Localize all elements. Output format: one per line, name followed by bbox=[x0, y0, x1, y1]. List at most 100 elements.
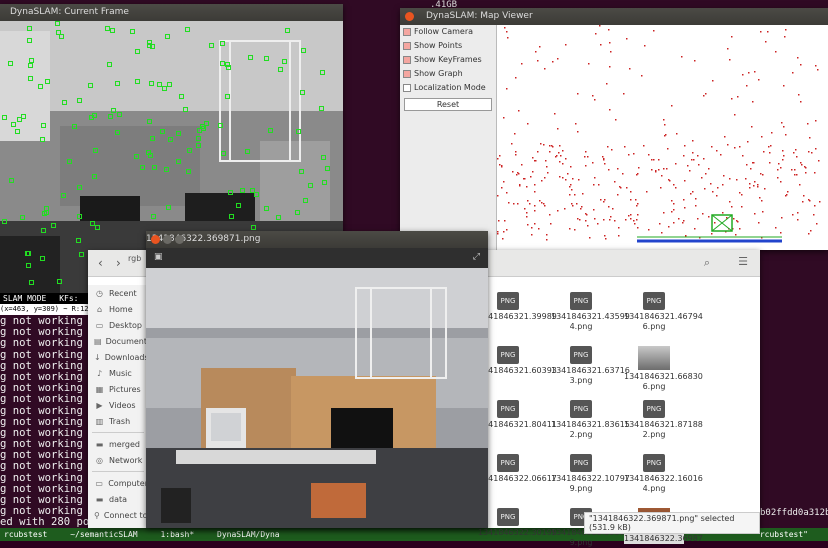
map-point bbox=[736, 220, 738, 222]
file-item[interactable]: PNG 1341846322.10797 9.png bbox=[551, 454, 630, 494]
sidebar-item-merged[interactable]: ▬ merged bbox=[88, 436, 148, 452]
sidebar-item-computer[interactable]: ▭ Computer bbox=[88, 475, 148, 491]
map-point bbox=[705, 93, 707, 95]
option-localization-mode[interactable]: Localization Mode bbox=[400, 81, 496, 95]
reset-button[interactable]: Reset bbox=[404, 98, 492, 111]
file-item[interactable]: PNG 1341846321.46794 6.png bbox=[624, 292, 703, 332]
sidebar-item-music[interactable]: ♪ Music bbox=[88, 365, 148, 381]
show-graph-checkbox[interactable] bbox=[403, 70, 411, 78]
feature-point-marker bbox=[204, 121, 209, 126]
map-point bbox=[676, 133, 678, 135]
sidebar-item-data[interactable]: ▬ data bbox=[88, 491, 148, 507]
map-point bbox=[801, 164, 803, 166]
show-points-checkbox[interactable] bbox=[403, 42, 411, 50]
file-item[interactable]: PNG 1341846321.43599 4.png bbox=[551, 292, 630, 332]
feature-point-marker bbox=[20, 215, 25, 220]
map-point bbox=[685, 235, 687, 237]
map-point bbox=[694, 228, 696, 230]
map-canvas[interactable] bbox=[497, 25, 828, 250]
feature-point-marker bbox=[186, 169, 191, 174]
map-point bbox=[519, 184, 521, 186]
map-point bbox=[646, 191, 648, 193]
sidebar-item-desktop[interactable]: ▭ Desktop bbox=[88, 317, 148, 333]
image-viewer-titlebar[interactable]: 1341846322.369871.png bbox=[146, 231, 488, 248]
sidebar-item-videos[interactable]: ▶ Videos bbox=[88, 397, 148, 413]
viewer-close-button[interactable] bbox=[151, 235, 160, 244]
search-icon[interactable]: ⌕ bbox=[704, 256, 710, 270]
sidebar-item-downloads[interactable]: ↓ Downloads bbox=[88, 349, 148, 365]
file-item[interactable]: 1341846321.66830 6.png bbox=[624, 346, 703, 392]
sidebar-item-trash[interactable]: ▥ Trash bbox=[88, 413, 148, 429]
map-point bbox=[731, 206, 733, 208]
map-point bbox=[587, 156, 589, 158]
option-show-graph[interactable]: Show Graph bbox=[400, 67, 496, 81]
map-point bbox=[565, 158, 567, 160]
map-point bbox=[712, 191, 714, 193]
statusbar-window-2[interactable]: DynaSLAM/Dyna bbox=[213, 530, 280, 539]
sidebar-item-home[interactable]: ⌂ Home bbox=[88, 301, 148, 317]
sidebar-item-network[interactable]: ◎ Network bbox=[88, 452, 148, 468]
feature-point-marker bbox=[27, 26, 32, 31]
map-point bbox=[757, 184, 759, 186]
option-show-points[interactable]: Show Points bbox=[400, 39, 496, 53]
feature-point-marker bbox=[90, 221, 95, 226]
map-viewer-window[interactable]: DynaSLAM: Map Viewer Follow Camera Show … bbox=[400, 8, 828, 250]
back-icon[interactable]: ‹ bbox=[98, 256, 103, 270]
feature-point-marker bbox=[146, 150, 151, 155]
fullscreen-icon[interactable]: ⤢ bbox=[473, 252, 480, 262]
option-follow-camera[interactable]: Follow Camera bbox=[400, 25, 496, 39]
map-point bbox=[547, 172, 549, 174]
videos-icon: ▶ bbox=[96, 400, 103, 410]
map-point bbox=[626, 187, 628, 189]
view-menu-icon[interactable]: ☰ bbox=[738, 255, 748, 268]
feature-point-marker bbox=[285, 28, 290, 33]
map-point bbox=[499, 164, 501, 166]
viewer-minimize-button[interactable] bbox=[163, 235, 172, 244]
map-point bbox=[578, 179, 580, 181]
feature-point-marker bbox=[251, 225, 256, 230]
forward-icon[interactable]: › bbox=[116, 256, 121, 270]
feature-point-marker bbox=[134, 154, 139, 159]
follow-camera-checkbox[interactable] bbox=[403, 28, 411, 36]
map-point bbox=[498, 220, 500, 222]
localization-mode-checkbox[interactable] bbox=[403, 84, 411, 92]
png-file-icon: PNG bbox=[497, 292, 519, 310]
map-point bbox=[537, 60, 539, 62]
image-viewer-window[interactable]: 1341846322.369871.png ▣ ⤢ bbox=[146, 231, 488, 528]
statusbar-window[interactable]: 1:bash* bbox=[156, 530, 194, 539]
map-point bbox=[768, 146, 770, 148]
sidebar-item-documents[interactable]: ▤ Documents bbox=[88, 333, 148, 349]
map-point bbox=[783, 85, 785, 87]
file-item[interactable]: PNG 1341846322.16016 4.png bbox=[624, 454, 703, 494]
png-file-icon: PNG bbox=[497, 454, 519, 472]
selection-status: "1341846322.369871.png" selected (531.9 … bbox=[584, 512, 760, 534]
sidebar-item-connect-to-server[interactable]: ⚲Connect to Server bbox=[88, 507, 148, 523]
gallery-icon[interactable]: ▣ bbox=[154, 252, 163, 262]
map-viewer-titlebar[interactable]: DynaSLAM: Map Viewer bbox=[400, 8, 828, 25]
sidebar-item-label: Downloads bbox=[104, 352, 148, 362]
map-point bbox=[630, 214, 632, 216]
map-point bbox=[641, 75, 643, 77]
map-point bbox=[608, 206, 610, 208]
sidebar-item-pictures[interactable]: ▦ Pictures bbox=[88, 381, 148, 397]
map-point bbox=[623, 93, 625, 95]
show-keyframes-checkbox[interactable] bbox=[403, 56, 411, 64]
feature-point-marker bbox=[321, 155, 326, 160]
option-show-keyframes[interactable]: Show KeyFrames bbox=[400, 53, 496, 67]
map-point bbox=[739, 192, 741, 194]
viewer-maximize-button[interactable] bbox=[175, 235, 184, 244]
map-close-button[interactable] bbox=[405, 12, 414, 21]
map-point bbox=[534, 160, 536, 162]
map-point bbox=[529, 203, 531, 205]
file-item[interactable]: PNG 1341846321.87188 2.png bbox=[624, 400, 703, 440]
map-point bbox=[531, 227, 533, 229]
map-point bbox=[554, 113, 556, 115]
feature-point-marker bbox=[225, 94, 230, 99]
sidebar-item-recent[interactable]: ◷ Recent bbox=[88, 285, 148, 301]
file-item[interactable]: PNG 1341846321.63716 3.png bbox=[551, 346, 630, 386]
current-frame-titlebar[interactable]: DynaSLAM: Current Frame bbox=[0, 4, 343, 21]
map-point bbox=[517, 172, 519, 174]
file-item[interactable]: PNG 1341846321.83615 2.png bbox=[551, 400, 630, 440]
map-point bbox=[558, 152, 560, 154]
map-point bbox=[506, 88, 508, 90]
